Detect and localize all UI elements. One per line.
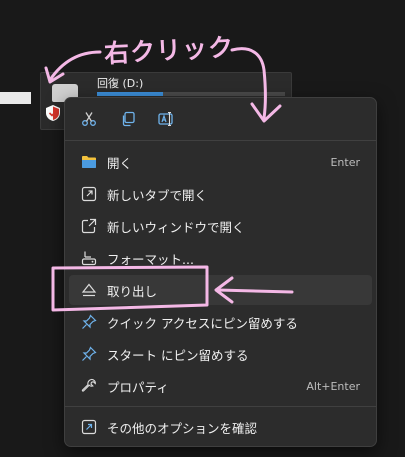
drive-usage-fill	[97, 92, 163, 96]
context-menu: 開く Enter 新しいタブで開く 新しいウィンドウで開く フォーマット... …	[64, 97, 377, 447]
eject-icon	[81, 282, 97, 298]
menu-item-label: 新しいウィンドウで開く	[107, 219, 245, 235]
shortcut-text: Enter	[330, 155, 360, 169]
annotation-text: 右クリック	[103, 32, 235, 69]
divider	[65, 406, 376, 407]
menu-item-label: プロパティ	[107, 379, 169, 395]
more-options-icon	[81, 419, 97, 435]
drive-label: 回復 (D:)	[97, 77, 144, 90]
menu-item-label: 取り出し	[107, 283, 158, 299]
menu-item-open-new-window[interactable]: 新しいウィンドウで開く	[69, 211, 372, 241]
screen: 回復 (D:) 開く Enter 新しいタブで開く 新しいウィンドウで開く フォ…	[0, 0, 405, 457]
menu-item-label: クイック アクセスにピン留めする	[107, 315, 298, 331]
shortcut-text: Alt+Enter	[306, 379, 360, 393]
menu-item-properties[interactable]: プロパティ Alt+Enter	[69, 371, 372, 401]
rename-icon	[158, 111, 173, 127]
menu-item-more-options[interactable]: その他のオプションを確認	[69, 412, 372, 442]
scissors-icon	[82, 112, 96, 126]
folder-icon	[81, 154, 97, 170]
cut-button[interactable]	[76, 107, 102, 131]
menu-item-pin-start[interactable]: スタート にピン留めする	[69, 339, 372, 369]
quick-actions-row	[65, 98, 376, 140]
menu-item-label: その他のオプションを確認	[107, 420, 258, 436]
menu-item-label: 開く	[107, 155, 133, 171]
pin-icon	[81, 346, 97, 362]
menu-item-label: 新しいタブで開く	[107, 187, 208, 203]
format-icon	[81, 250, 97, 266]
menu-item-label: スタート にピン留めする	[107, 347, 249, 363]
copy-button[interactable]	[115, 107, 141, 131]
copy-icon	[122, 111, 135, 127]
open-new-tab-icon	[81, 186, 97, 202]
wrench-icon	[81, 378, 97, 394]
open-new-window-icon	[81, 218, 97, 234]
shield-icon	[46, 105, 60, 121]
rename-button[interactable]	[154, 107, 180, 131]
menu-item-format[interactable]: フォーマット...	[69, 243, 372, 273]
pin-icon	[81, 314, 97, 330]
menu-item-open-new-tab[interactable]: 新しいタブで開く	[69, 179, 372, 209]
menu-item-pin-quick-access[interactable]: クイック アクセスにピン留めする	[69, 307, 372, 337]
menu-item-label: フォーマット...	[107, 251, 194, 267]
drive-usage-bar	[97, 92, 285, 96]
partial-drive-bar	[0, 92, 31, 104]
menu-item-open[interactable]: 開く Enter	[69, 147, 372, 177]
divider	[65, 140, 376, 141]
menu-item-eject[interactable]: 取り出し	[69, 275, 372, 305]
